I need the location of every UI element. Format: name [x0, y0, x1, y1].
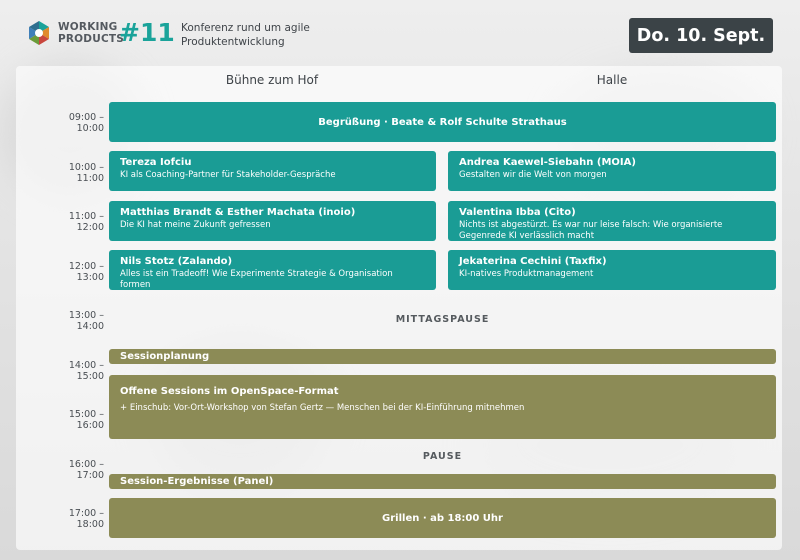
- time-start: 17:00 –: [68, 508, 104, 519]
- session-speaker: Jekaterina Cechini (Taxfix): [459, 256, 607, 267]
- time-label: 10:00 –11:00: [40, 162, 104, 184]
- room-header-halle: Halle: [596, 73, 628, 87]
- session-title: Gestalten wir die Welt von morgen: [459, 170, 607, 180]
- time-start: 11:00 –: [68, 211, 104, 222]
- session-card[interactable]: Tereza Iofciu KI als Coaching-Partner fü…: [109, 151, 436, 191]
- lunch-break-label: MITTAGSPAUSE: [395, 314, 490, 325]
- tagline: Konferenz rund um agile Produktentwicklu…: [181, 21, 310, 49]
- session-title: Die KI hat meine Zukunft gefressen: [120, 220, 271, 230]
- session-speaker: Andrea Kaewel-Siebahn (MOIA): [459, 157, 636, 168]
- time-end: 17:00: [76, 470, 104, 481]
- logo-line-1: WORKING: [58, 21, 118, 33]
- session-planning-bar[interactable]: Sessionplanung: [109, 349, 776, 364]
- time-label: 11:00 –12:00: [40, 211, 104, 233]
- session-speaker: Tereza Iofciu: [120, 157, 192, 168]
- time-label: 14:00 –15:00: [40, 360, 104, 382]
- time-end: 18:00: [76, 519, 104, 530]
- tagline-line-2: Produktentwicklung: [181, 36, 285, 48]
- logo-line-2: PRODUCTS: [58, 33, 124, 45]
- session-speaker: Nils Stotz (Zalando): [120, 256, 233, 267]
- session-card[interactable]: Nils Stotz (Zalando) Alles ist ein Trade…: [109, 250, 436, 290]
- edition-number: #11: [119, 18, 175, 47]
- session-card[interactable]: Andrea Kaewel-Siebahn (MOIA) Gestalten w…: [448, 151, 776, 191]
- time-end: 11:00: [76, 173, 104, 184]
- time-start: 09:00 –: [68, 112, 104, 123]
- panel-results-bar[interactable]: Session-Ergebnisse (Panel): [109, 474, 776, 489]
- time-end: 16:00: [76, 420, 104, 431]
- time-start: 12:00 –: [68, 261, 104, 272]
- session-card[interactable]: Valentina Ibba (Cito) Nichts ist abgestü…: [448, 201, 776, 241]
- page-header: WORKING PRODUCTS #11 Konferenz rund um a…: [0, 0, 800, 64]
- time-start: 16:00 –: [68, 459, 104, 470]
- tagline-line-1: Konferenz rund um agile: [181, 22, 310, 34]
- time-end: 12:00: [76, 222, 104, 233]
- session-title: Alles ist ein Tradeoff! Wie Experimente …: [120, 269, 393, 290]
- time-label: 12:00 –13:00: [40, 261, 104, 283]
- time-label: 17:00 –18:00: [40, 508, 104, 530]
- openspace-session[interactable]: Offene Sessions im OpenSpace-Format + Ei…: [109, 375, 776, 439]
- session-card[interactable]: Matthias Brandt & Esther Machata (inoio)…: [109, 201, 436, 241]
- session-title: KI als Coaching-Partner für Stakeholder-…: [120, 170, 336, 180]
- session-speaker: Matthias Brandt & Esther Machata (inoio): [120, 207, 356, 218]
- session-speaker: Valentina Ibba (Cito): [459, 207, 576, 218]
- session-card[interactable]: Jekaterina Cechini (Taxfix) KI-natives P…: [448, 250, 776, 290]
- time-start: 13:00 –: [68, 310, 104, 321]
- date-badge: Do. 10. Sept.: [629, 18, 773, 53]
- time-end: 10:00: [76, 123, 104, 134]
- time-label: 16:00 –17:00: [40, 459, 104, 481]
- session-title: Nichts ist abgestürzt. Es war nur leise …: [459, 220, 723, 241]
- welcome-session[interactable]: Begrüßung · Beate & Rolf Schulte Stratha…: [109, 102, 776, 142]
- room-header-buehne: Bühne zum Hof: [225, 73, 319, 87]
- time-label: 09:00 –10:00: [40, 112, 104, 134]
- time-end: 15:00: [76, 371, 104, 382]
- logo-icon: [29, 21, 49, 45]
- openspace-note: + Einschub: Vor-Ort-Workshop von Stefan …: [120, 403, 525, 413]
- time-label: 13:00 –14:00: [40, 310, 104, 332]
- time-start: 15:00 –: [68, 409, 104, 420]
- time-start: 14:00 –: [68, 360, 104, 371]
- time-end: 13:00: [76, 272, 104, 283]
- closing-bbq-session[interactable]: Grillen · ab 18:00 Uhr: [109, 498, 776, 538]
- session-title: KI-natives Produktmanagement: [459, 269, 594, 279]
- openspace-title: Offene Sessions im OpenSpace-Format: [120, 386, 339, 397]
- time-end: 14:00: [76, 321, 104, 332]
- time-label: 15:00 –16:00: [40, 409, 104, 431]
- time-start: 10:00 –: [68, 162, 104, 173]
- pause-label: PAUSE: [422, 451, 463, 462]
- logo-wordmark: WORKING PRODUCTS: [58, 21, 124, 45]
